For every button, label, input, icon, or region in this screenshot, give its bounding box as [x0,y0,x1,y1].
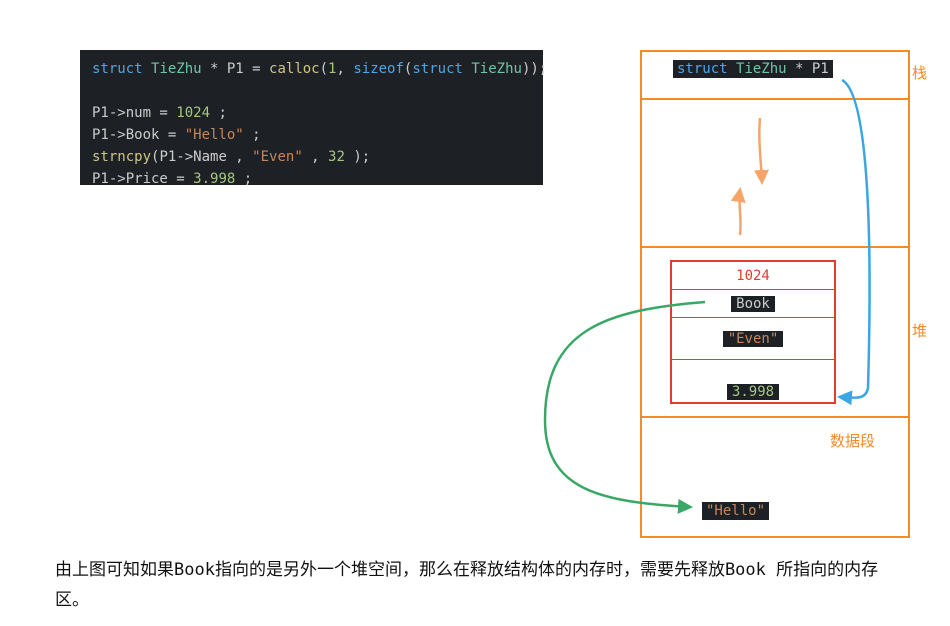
memory-gap-box [640,100,910,248]
struct-field-num: 1024 [672,262,834,290]
label-heap: 堆 [912,320,927,341]
struct-field-book: Book [672,290,834,318]
struct-field-price: 3.998 [672,360,834,404]
caption-text: 由上图可知如果Book指向的是另外一个堆空间，那么在释放结构体的内存时，需要先释… [55,555,905,615]
label-data: 数据段 [830,430,875,451]
data-literal-hello: "Hello" [702,502,769,520]
struct-instance: 1024 Book "Even" 3.998 [670,260,836,404]
stack-pointer-decl: struct TieZhu * P1 [673,60,833,78]
code-block: struct TieZhu * P1 = calloc(1, sizeof(st… [80,50,543,185]
label-stack: 栈 [912,62,927,83]
struct-field-name: "Even" [672,318,834,360]
